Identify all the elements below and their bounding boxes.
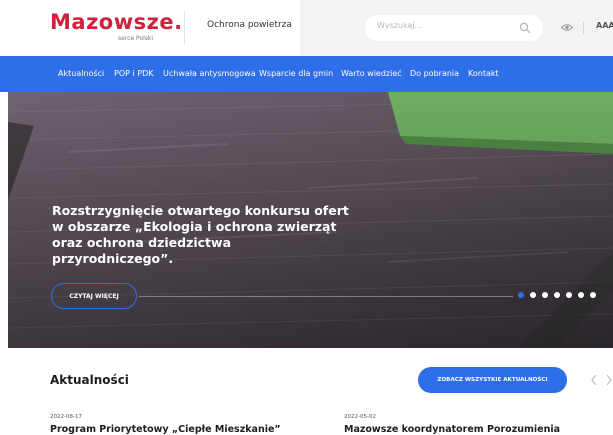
news-item-title[interactable]: Mazowsze koordynatorem Porozumienia [344,424,560,435]
logo-tagline: serce Polski [118,35,154,42]
news-section-title: Aktualności [50,373,129,387]
hero-slider: Rozstrzygnięcie otwartego konkursu ofert… [8,92,613,348]
slider-dot[interactable] [530,292,536,298]
nav-item-wsparcie[interactable]: Wsparcie dla gmin [259,69,333,78]
search-icon[interactable] [519,22,531,34]
slider-dot[interactable] [542,292,548,298]
nav-item-uchwala[interactable]: Uchwała antysmogowa [163,69,256,78]
slider-dot[interactable] [590,292,596,298]
slider-dot[interactable] [566,292,572,298]
mazowsze-logo[interactable]: Mazowsze. serce Polski [50,10,182,44]
news-date: 2022-08-17 [50,414,82,420]
header-divider [184,10,185,44]
hero-title-line: przyrodniczego”. [52,251,174,266]
nav-item-kontakt[interactable]: Kontakt [468,69,499,78]
news-item-title[interactable]: Program Priorytetowy „Ciepłe Mieszkanie” [50,424,281,435]
hero-title-line: Rozstrzygnięcie otwartego konkursu ofert [52,203,349,218]
see-all-news-button[interactable]: ZOBACZ WSZYSTKIE AKTUALNOŚCI [418,367,567,393]
nav-item-do-pobrania[interactable]: Do pobrania [410,69,459,78]
read-more-button[interactable]: CZYTAJ WIĘCEJ [51,283,137,309]
font-size-control[interactable]: AAA [596,21,613,30]
slider-dot[interactable] [578,292,584,298]
search-box [365,15,543,41]
slider-dot[interactable] [518,292,524,298]
news-date: 2022-05-02 [344,414,376,420]
hero-title-line: oraz ochrona dziedzictwa [52,235,232,250]
main-nav: Aktualności POP i PDK Uchwała antysmogow… [0,56,613,92]
contrast-eye-icon[interactable] [561,23,573,32]
hero-title-line: w obszarze „Ekologia i ochrona zwierząt [52,219,337,234]
hero-title: Rozstrzygnięcie otwartego konkursu ofert… [52,203,349,267]
chevron-right-icon[interactable] [605,374,613,386]
chevron-left-icon[interactable] [590,374,598,386]
search-input[interactable] [377,21,507,30]
tools-separator [583,22,584,34]
nav-item-pop-pdk[interactable]: POP i PDK [114,69,153,78]
site-header: Mazowsze. serce Polski Ochrona powietrza… [0,0,613,56]
hero-divider-line [139,296,513,297]
nav-item-aktualnosci[interactable]: Aktualności [58,69,104,78]
header-tools: AAA [300,0,613,56]
logo-wordmark: Mazowsze. [50,10,183,34]
slider-dot[interactable] [554,292,560,298]
nav-item-warto-wiedziec[interactable]: Warto wiedzieć [341,69,402,78]
site-name[interactable]: Ochrona powietrza [207,20,292,30]
